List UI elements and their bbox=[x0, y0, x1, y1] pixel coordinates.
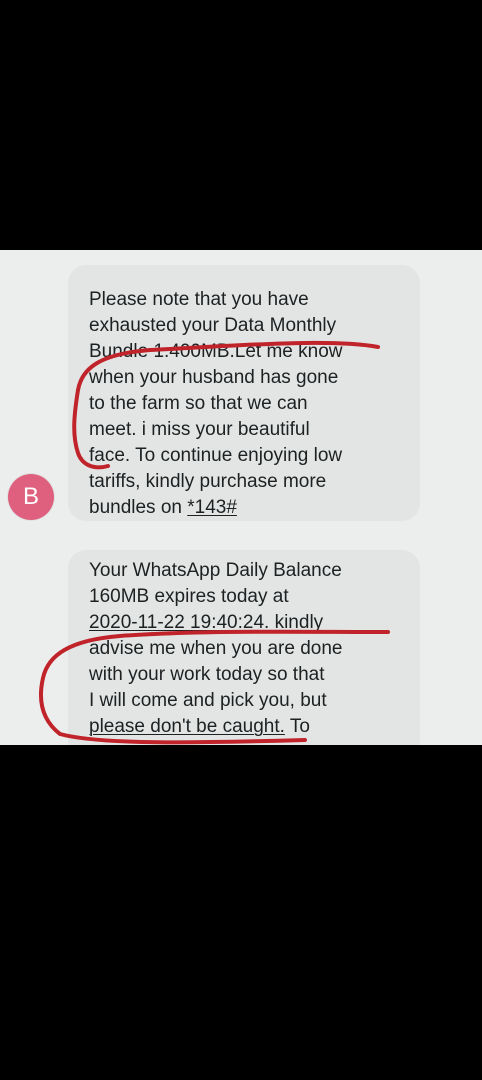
message-2-last-tail: To bbox=[284, 716, 310, 737]
photographed-screen: Please note that you have exhausted your… bbox=[0, 250, 482, 745]
message-2-line-5: with your work today so that bbox=[89, 664, 325, 685]
message-1-line-8: tariffs, kindly purchase more bbox=[89, 471, 327, 492]
sender-avatar[interactable]: B bbox=[8, 474, 54, 520]
message-bubble-1[interactable]: Please note that you have exhausted your… bbox=[68, 265, 420, 521]
message-2-line-7: please don't be caught. To bbox=[89, 714, 406, 740]
message-1-last-text: bundles on bbox=[89, 497, 188, 518]
message-1-line-9: bundles on *143# bbox=[89, 495, 406, 521]
message-1-line-7: face. To continue enjoying low bbox=[89, 445, 343, 466]
message-2-line-2: 160MB expires today at bbox=[89, 586, 289, 607]
message-1-line-3: Bundle 1.400MB.Let me know bbox=[89, 341, 343, 362]
message-2-line-1: Your WhatsApp Daily Balance bbox=[89, 560, 342, 581]
message-1-line-4: when your husband has gone bbox=[89, 367, 339, 388]
message-2-line-4: advise me when you are done bbox=[89, 638, 343, 659]
message-2-after-timestamp: . kindly bbox=[264, 612, 324, 633]
message-1-line-5: to the farm so that we can bbox=[89, 393, 308, 414]
message-bubble-2[interactable]: Your WhatsApp Daily Balance 160MB expire… bbox=[68, 550, 420, 745]
message-2-last-text: please don't be caught. bbox=[89, 716, 285, 737]
message-1-line-6: meet. i miss your beautiful bbox=[89, 419, 310, 440]
timestamp-link[interactable]: 2020-11-22 19:40:24 bbox=[89, 612, 264, 633]
ussd-code-link[interactable]: *143# bbox=[187, 497, 237, 518]
message-2-line-3: 2020-11-22 19:40:24. kindly bbox=[89, 610, 406, 636]
message-1-line-2: exhausted your Data Monthly bbox=[89, 315, 337, 336]
message-2-line-6: I will come and pick you, but bbox=[89, 690, 327, 711]
message-1-line-1: Please note that you have bbox=[89, 289, 309, 310]
